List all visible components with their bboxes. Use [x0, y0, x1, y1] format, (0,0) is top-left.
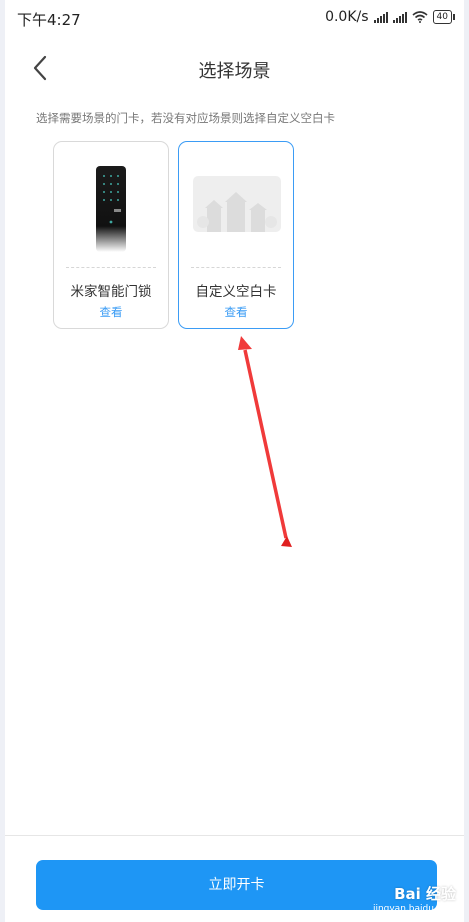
watermark: Bai 经验 jingyan.baidu.com: [373, 883, 456, 914]
card-divider: [66, 267, 156, 268]
card-divider: [191, 267, 281, 268]
network-speed: 0.0K/s: [325, 9, 369, 25]
door-lock-icon: [96, 166, 126, 252]
page-title: 选择场景: [198, 61, 271, 82]
watermark-url: jingyan.baidu.com: [372, 904, 456, 914]
battery-icon: 40: [432, 10, 456, 24]
nav-bar: 选择场景: [5, 40, 464, 96]
hint-text: 选择需要场景的门卡，若没有对应场景则选择自定义空白卡: [36, 111, 335, 125]
view-link[interactable]: 查看: [179, 304, 293, 320]
status-bar: 下午4:27 0.0K/s 40: [5, 0, 464, 36]
wifi-icon: [412, 11, 428, 23]
signal-icon: [373, 11, 388, 23]
status-indicators: 0.0K/s 40: [325, 9, 456, 25]
card-custom-blank[interactable]: 自定义空白卡 查看: [178, 141, 294, 329]
signal-icon-2: [392, 11, 407, 23]
card-name: 自定义空白卡: [195, 284, 277, 300]
blank-card-icon: [193, 176, 281, 232]
card-name: 米家智能门锁: [70, 284, 152, 300]
phone-screen: 下午4:27 0.0K/s 40 选择场景 选择需要场景的门卡，若没有对应场景则…: [5, 0, 464, 922]
card-mijia-door-lock[interactable]: 米家智能门锁 查看: [53, 141, 169, 329]
view-link[interactable]: 查看: [54, 304, 168, 320]
watermark-brand: Bai 经验: [394, 885, 456, 903]
footer-divider: [5, 835, 464, 836]
status-time: 下午4:27: [17, 11, 81, 29]
annotation-arrow: [238, 336, 292, 547]
